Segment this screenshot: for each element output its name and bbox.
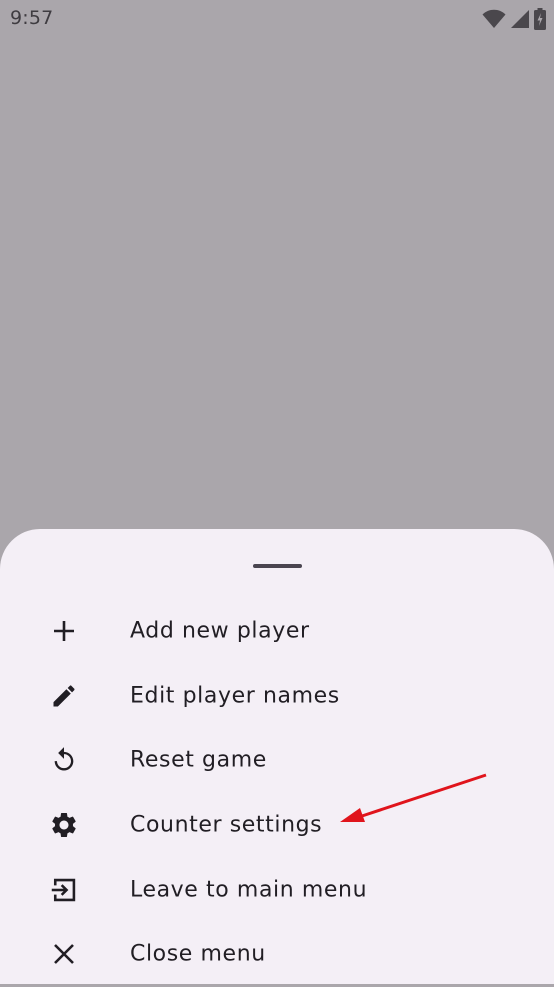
screen: 9:57 Add new player Edit player names Re… bbox=[0, 0, 554, 984]
scrim-overlay[interactable] bbox=[0, 38, 554, 530]
status-time: 9:57 bbox=[10, 7, 54, 29]
battery-charging-icon bbox=[534, 8, 546, 30]
gear-icon bbox=[46, 807, 82, 843]
menu-item-label: Add new player bbox=[130, 618, 310, 644]
menu-item-close-menu[interactable]: Close menu bbox=[0, 922, 554, 987]
plus-icon bbox=[46, 613, 82, 649]
wifi-icon bbox=[482, 9, 506, 29]
bottom-sheet: Add new player Edit player names Reset g… bbox=[0, 529, 554, 984]
pencil-icon bbox=[46, 678, 82, 714]
menu-item-label: Counter settings bbox=[130, 812, 323, 838]
drag-handle[interactable] bbox=[253, 564, 302, 568]
menu-item-add-new-player[interactable]: Add new player bbox=[0, 599, 554, 664]
exit-icon bbox=[46, 872, 82, 908]
status-bar: 9:57 bbox=[0, 0, 554, 38]
cell-signal-icon bbox=[510, 9, 530, 29]
status-icons bbox=[482, 8, 546, 30]
menu-item-label: Close menu bbox=[130, 941, 266, 967]
menu-item-label: Edit player names bbox=[130, 683, 340, 709]
close-icon bbox=[46, 936, 82, 972]
menu-list: Add new player Edit player names Reset g… bbox=[0, 599, 554, 987]
menu-item-counter-settings[interactable]: Counter settings bbox=[0, 793, 554, 858]
menu-item-label: Reset game bbox=[130, 747, 267, 773]
reset-icon bbox=[46, 742, 82, 778]
menu-item-edit-player-names[interactable]: Edit player names bbox=[0, 664, 554, 729]
menu-item-leave-to-main-menu[interactable]: Leave to main menu bbox=[0, 857, 554, 922]
menu-item-label: Leave to main menu bbox=[130, 877, 368, 903]
menu-item-reset-game[interactable]: Reset game bbox=[0, 728, 554, 793]
